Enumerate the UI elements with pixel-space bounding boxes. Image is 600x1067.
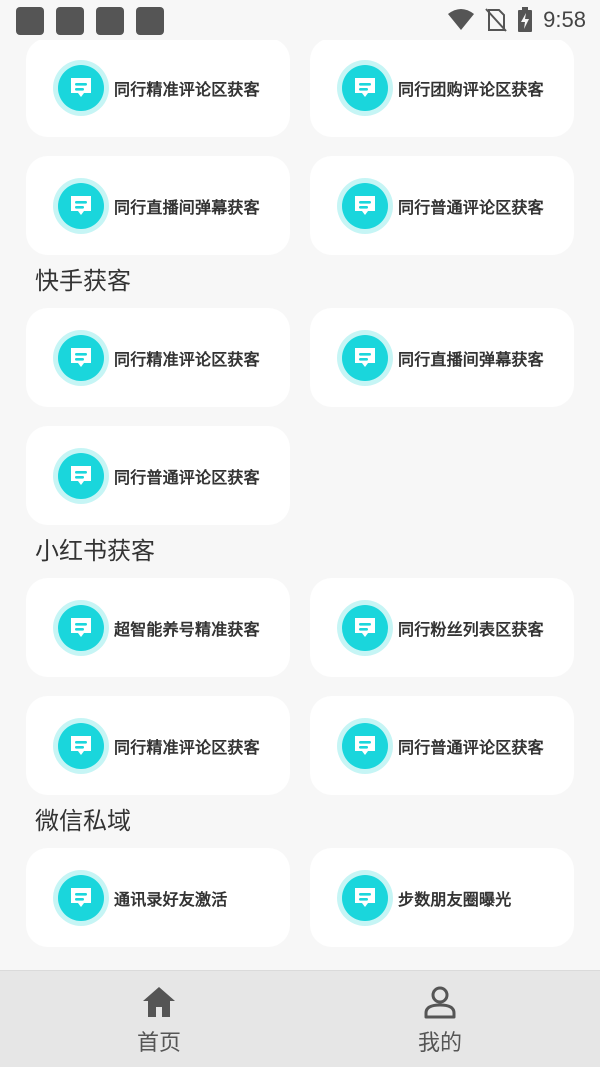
feature-card[interactable]: 通讯录好友激活	[26, 848, 290, 947]
feature-card[interactable]: 同行普通评论区获客	[310, 156, 574, 255]
message-icon	[336, 599, 394, 657]
feature-card[interactable]: 超智能养号精准获客	[26, 578, 290, 677]
message-icon	[336, 717, 394, 775]
feature-label: 超智能养号精准获客	[114, 619, 260, 639]
bottom-nav: 首页 我的	[0, 970, 600, 1067]
feature-card[interactable]: 同行团购评论区获客	[310, 40, 574, 137]
message-icon	[336, 329, 394, 387]
message-icon	[336, 869, 394, 927]
feature-label: 同行精准评论区获客	[114, 79, 260, 99]
feature-card[interactable]: 同行直播间弹幕获客	[26, 156, 290, 255]
message-icon	[52, 177, 110, 235]
feature-label: 同行团购评论区获客	[398, 79, 544, 99]
user-icon	[424, 986, 456, 1019]
message-icon	[336, 177, 394, 235]
feature-card[interactable]: 同行精准评论区获客	[26, 696, 290, 795]
notification-icon	[136, 7, 164, 35]
feature-label: 通讯录好友激活	[114, 889, 228, 909]
message-icon	[52, 717, 110, 775]
feature-card[interactable]: 同行普通评论区获客	[310, 696, 574, 795]
notification-icon	[96, 7, 124, 35]
feature-label: 同行普通评论区获客	[114, 467, 260, 487]
nav-mine[interactable]: 我的	[380, 971, 500, 1067]
feature-card[interactable]: 同行精准评论区获客	[26, 40, 290, 137]
status-time: 9:58	[543, 7, 586, 32]
feature-label: 同行精准评论区获客	[114, 737, 260, 757]
feature-card[interactable]: 步数朋友圈曝光	[310, 848, 574, 947]
notification-icon	[56, 7, 84, 35]
feature-label: 同行普通评论区获客	[398, 197, 544, 217]
feature-card[interactable]: 同行精准评论区获客	[26, 308, 290, 407]
status-bar: 9:58	[0, 0, 600, 40]
feature-label: 步数朋友圈曝光	[398, 889, 512, 909]
message-icon	[52, 869, 110, 927]
message-icon	[52, 329, 110, 387]
nav-home-label: 首页	[136, 1031, 181, 1056]
section-title: 小红书获客	[35, 537, 155, 565]
message-icon	[52, 599, 110, 657]
notification-icon	[16, 7, 44, 35]
section-title: 快手获客	[35, 267, 131, 295]
message-icon	[336, 59, 394, 117]
feature-card[interactable]: 同行普通评论区获客	[26, 426, 290, 525]
main-content[interactable]: 同行精准评论区获客 同行团购评论区获客 同行直播间弹幕获客 同行普通评论区获客 …	[0, 40, 600, 970]
message-icon	[52, 447, 110, 505]
feature-card[interactable]: 同行粉丝列表区获客	[310, 578, 574, 677]
section-title: 微信私域	[35, 807, 131, 835]
no-sim-icon	[485, 8, 507, 32]
nav-mine-label: 我的	[417, 1031, 462, 1056]
message-icon	[52, 59, 110, 117]
home-icon	[143, 987, 175, 1017]
feature-label: 同行直播间弹幕获客	[398, 349, 544, 369]
feature-card[interactable]: 同行直播间弹幕获客	[310, 308, 574, 407]
feature-label: 同行直播间弹幕获客	[114, 197, 260, 217]
wifi-icon	[448, 9, 475, 30]
feature-label: 同行普通评论区获客	[398, 737, 544, 757]
feature-label: 同行精准评论区获客	[114, 349, 260, 369]
feature-label: 同行粉丝列表区获客	[398, 619, 544, 639]
nav-home[interactable]: 首页	[99, 971, 219, 1067]
battery-charging-icon	[518, 7, 533, 32]
